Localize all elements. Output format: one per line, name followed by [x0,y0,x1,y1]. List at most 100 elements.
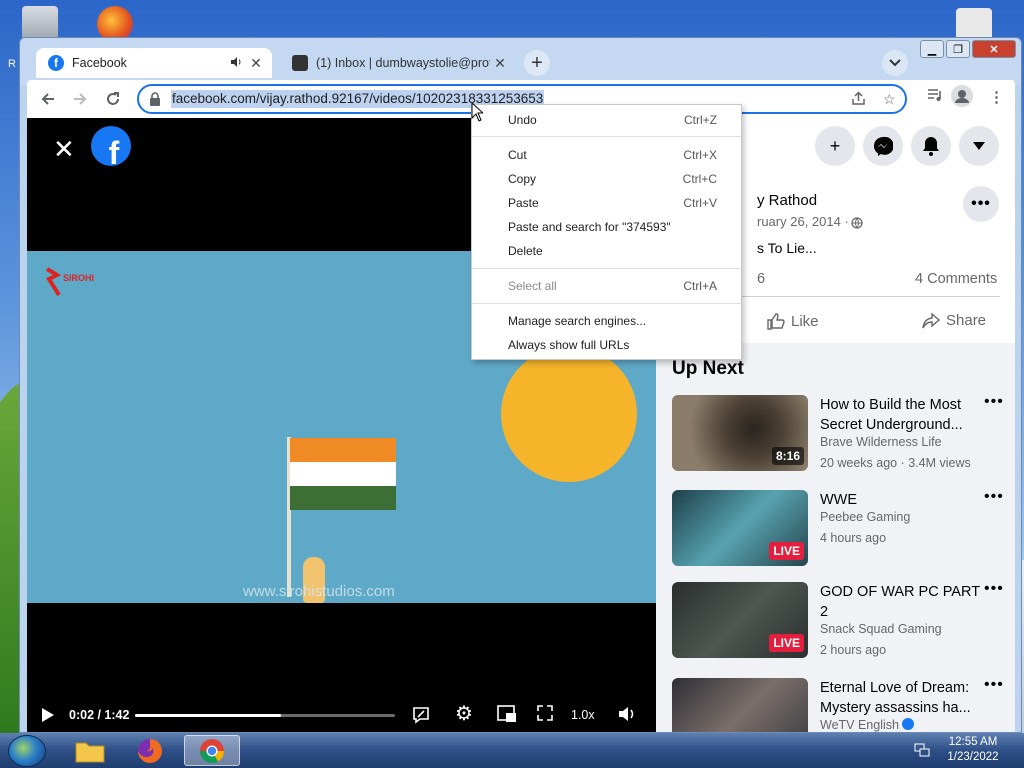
menu-item-manage-search-engines[interactable]: Manage search engines... [472,310,741,332]
post-caption: s To Lie... [757,240,817,256]
menu-item-cut[interactable]: Cut Ctrl+X [472,144,741,166]
profile-avatar-icon[interactable] [951,85,973,111]
create-button[interactable]: + [815,126,855,166]
fullscreen-icon[interactable] [537,705,553,724]
menu-item-delete[interactable]: Delete [472,240,741,262]
video-card[interactable]: Eternal Love of Dream: Mystery assassins… [672,676,1004,732]
video-card[interactable]: LIVE WWE Peebee Gaming 4 hours ago ••• [672,488,1004,570]
video-title[interactable]: How to Build the Most Secret Underground… [820,395,980,435]
menu-separator [472,268,741,269]
channel-name[interactable]: Brave Wilderness Life [820,435,942,449]
lock-icon [150,92,160,106]
tab-close-icon[interactable]: ✕ [490,55,510,72]
forward-button[interactable] [67,86,93,112]
reaction-count[interactable]: 6 [757,271,765,287]
post-author[interactable]: y Rathod [757,192,817,209]
video-thumbnail[interactable]: 8:16 [672,395,808,471]
video-title[interactable]: GOD OF WAR PC PART 2 [820,582,980,622]
channel-name[interactable]: Snack Squad Gaming [820,622,942,636]
forward-arrow-icon [74,93,87,105]
back-button[interactable] [35,86,61,112]
more-options-icon[interactable]: ••• [984,393,1004,411]
notifications-bell-icon[interactable] [911,126,951,166]
more-options-icon[interactable]: ••• [984,488,1004,506]
start-button[interactable] [8,735,46,767]
live-badge: LIVE [769,634,804,652]
close-window-button[interactable]: ✕ [972,40,1016,58]
settings-gear-icon[interactable]: ⚙ [455,701,473,726]
like-label: Like [791,312,819,330]
video-thumbnail[interactable]: LIVE [672,582,808,658]
tab-close-icon[interactable]: ✕ [246,55,266,72]
tab-inbox[interactable]: (1) Inbox | dumbwaystolie@prot ✕ [280,48,516,78]
globe-icon [851,216,863,234]
post-date[interactable]: ruary 26, 2014 · [757,214,849,229]
video-title[interactable]: WWE [820,490,980,510]
kebab-menu-icon[interactable]: ⋮ [989,88,1004,106]
more-options-icon[interactable]: ••• [984,580,1004,598]
clock-time: 12:55 AM [948,736,998,748]
sun-graphic [501,346,637,482]
desktop-icon-label: R [8,58,16,70]
menu-item-paste-and-search[interactable]: Paste and search for "374593" [472,216,741,238]
playback-speed[interactable]: 1.0x [571,708,595,722]
protonmail-favicon-icon [292,55,308,71]
comment-count[interactable]: 4 Comments [915,271,997,287]
menu-item-paste[interactable]: Paste Ctrl+V [472,192,741,214]
video-card[interactable]: 8:16 How to Build the Most Secret Underg… [672,393,1004,475]
live-badge: LIVE [769,542,804,560]
media-control-icon[interactable] [927,88,943,106]
speaker-icon[interactable] [230,56,242,71]
tab-search-button[interactable] [882,50,908,76]
messenger-icon[interactable] [863,126,903,166]
play-icon[interactable] [41,707,55,726]
menu-item-select-all[interactable]: Select all Ctrl+A [472,275,741,297]
taskbar-chrome[interactable] [184,735,240,766]
video-progress-bar[interactable] [135,714,395,717]
bookmark-star-icon[interactable]: ☆ [883,91,896,108]
share-label: Share [946,312,987,329]
volume-icon[interactable] [617,705,637,726]
post-options-button[interactable]: ••• [963,186,999,222]
share-arrow-icon [922,312,940,328]
facebook-favicon-icon: f [48,55,64,71]
tab-title: Facebook [72,56,127,70]
more-options-icon[interactable]: ••• [984,676,1004,694]
chevron-down-icon [889,59,901,67]
menu-item-copy[interactable]: Copy Ctrl+C [472,168,741,190]
channel-name[interactable]: Peebee Gaming [820,510,910,524]
channel-name[interactable]: WeTV English [820,718,915,732]
menu-separator [472,303,741,304]
close-video-icon[interactable]: ✕ [53,134,75,165]
minimize-button[interactable]: ▁ [920,40,944,58]
taskbar-firefox[interactable] [122,735,178,766]
like-button[interactable]: Like [767,312,819,330]
share-button[interactable]: Share [922,312,986,329]
context-menu: Undo Ctrl+Z Cut Ctrl+X Copy Ctrl+C Paste Ctr… [471,104,742,360]
new-tab-button[interactable]: + [524,50,550,76]
video-progress-fill [135,714,281,717]
facebook-logo-icon[interactable]: f [91,126,131,166]
reload-button[interactable] [100,86,126,112]
video-card[interactable]: LIVE GOD OF WAR PC PART 2 Snack Squad Ga… [672,580,1004,662]
video-title[interactable]: Eternal Love of Dream: Mystery assassins… [820,678,980,718]
menu-item-undo[interactable]: Undo Ctrl+Z [472,109,741,131]
taskbar: 12:55 AM 1/23/2022 [0,733,1024,768]
tab-facebook[interactable]: f Facebook ✕ [36,48,272,78]
menu-separator [472,136,741,137]
video-thumbnail[interactable] [672,678,808,732]
thumbs-up-icon [767,313,785,330]
video-thumbnail[interactable]: LIVE [672,490,808,566]
captions-icon[interactable] [411,705,431,728]
taskbar-explorer[interactable] [62,735,118,766]
upnext-heading: Up Next [672,358,744,379]
picture-in-picture-icon[interactable] [497,705,517,726]
share-icon[interactable] [851,91,866,109]
system-clock[interactable]: 12:55 AM 1/23/2022 [928,735,1018,765]
menu-item-always-show-full-urls[interactable]: Always show full URLs [472,334,741,356]
maximize-button[interactable]: ❐ [946,40,970,58]
chrome-icon [200,738,224,763]
account-menu-button[interactable] [959,126,999,166]
folder-icon [75,742,105,762]
firefox-icon [138,738,162,763]
